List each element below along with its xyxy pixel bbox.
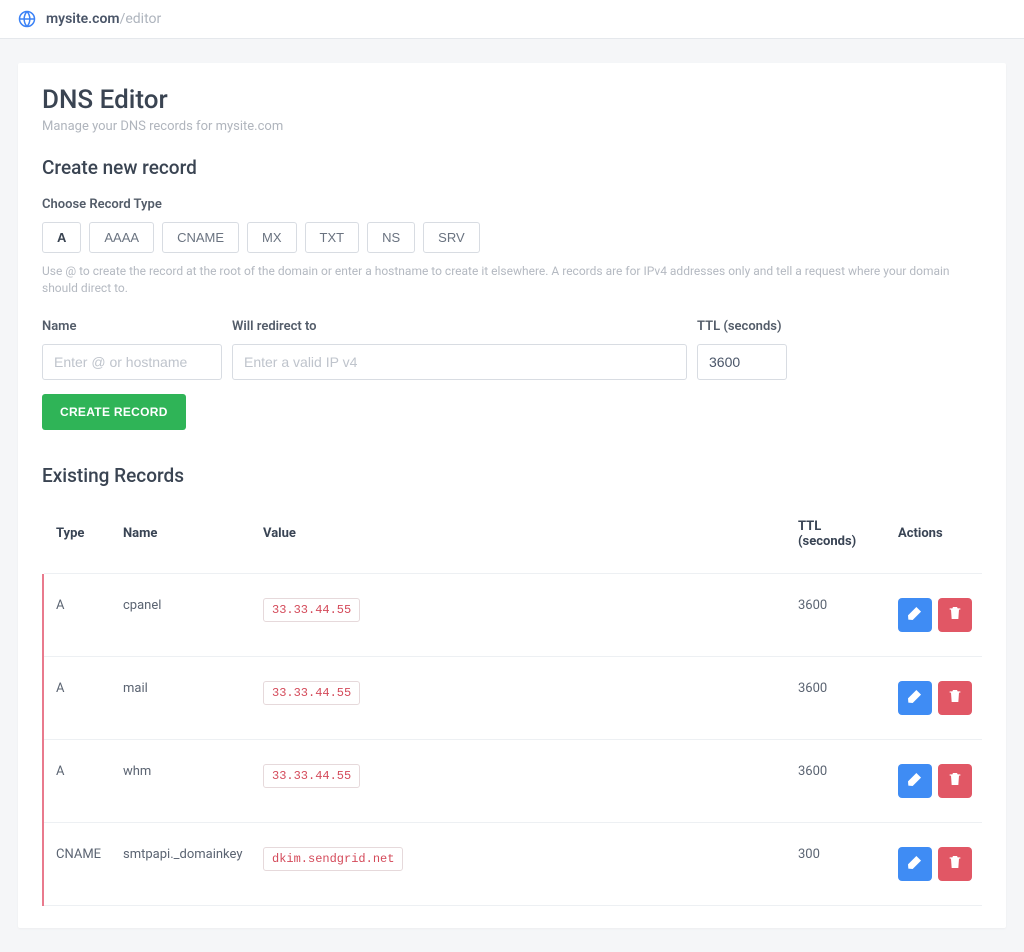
trash-icon — [947, 854, 963, 873]
cell-value: 33.33.44.55 — [253, 573, 788, 656]
record-type-txt[interactable]: TXT — [305, 222, 360, 253]
cell-name: whm — [113, 739, 253, 822]
breadcrumb-page: editor — [125, 11, 161, 27]
record-type-label: Choose Record Type — [42, 197, 982, 212]
create-record-button[interactable]: CREATE RECORD — [42, 394, 186, 430]
pencil-icon — [907, 688, 923, 707]
ttl-label: TTL (seconds) — [697, 319, 787, 334]
record-type-aaaa[interactable]: AAAA — [89, 222, 154, 253]
cell-value: dkim.sendgrid.net — [253, 822, 788, 905]
topbar: mysite.com/editor — [0, 0, 1024, 39]
globe-icon — [18, 10, 36, 28]
pencil-icon — [907, 605, 923, 624]
delete-button[interactable] — [938, 681, 972, 715]
pencil-icon — [907, 854, 923, 873]
breadcrumb-domain: mysite.com — [46, 11, 120, 27]
trash-icon — [947, 688, 963, 707]
cell-type: A — [43, 656, 113, 739]
existing-section-title: Existing Records — [42, 464, 982, 487]
table-row: Acpanel 33.33.44.55 3600 — [43, 573, 982, 656]
pencil-icon — [907, 771, 923, 790]
edit-button[interactable] — [898, 847, 932, 881]
main-card: DNS Editor Manage your DNS records for m… — [18, 63, 1006, 928]
record-type-row: A AAAA CNAME MX TXT NS SRV — [42, 222, 982, 253]
edit-button[interactable] — [898, 598, 932, 632]
record-type-ns[interactable]: NS — [367, 222, 415, 253]
cell-actions — [888, 822, 982, 905]
cell-ttl: 3600 — [788, 656, 888, 739]
cell-actions — [888, 573, 982, 656]
delete-button[interactable] — [938, 764, 972, 798]
cell-type: CNAME — [43, 822, 113, 905]
value-tag: 33.33.44.55 — [263, 681, 360, 705]
record-type-mx[interactable]: MX — [247, 222, 297, 253]
cell-name: mail — [113, 656, 253, 739]
delete-button[interactable] — [938, 847, 972, 881]
cell-name: smtpapi._domainkey — [113, 822, 253, 905]
cell-ttl: 3600 — [788, 739, 888, 822]
edit-button[interactable] — [898, 764, 932, 798]
cell-name: cpanel — [113, 573, 253, 656]
page-title: DNS Editor — [42, 85, 982, 115]
col-header-name: Name — [113, 505, 253, 574]
value-tag: 33.33.44.55 — [263, 598, 360, 622]
name-input[interactable] — [42, 344, 222, 380]
table-row: Awhm 33.33.44.55 3600 — [43, 739, 982, 822]
col-header-actions: Actions — [888, 505, 982, 574]
breadcrumb: mysite.com/editor — [46, 11, 161, 27]
record-type-cname[interactable]: CNAME — [162, 222, 239, 253]
trash-icon — [947, 771, 963, 790]
cell-actions — [888, 656, 982, 739]
records-table: Type Name Value TTL (seconds) Actions Ac… — [42, 505, 982, 906]
ttl-input[interactable] — [697, 344, 787, 380]
record-type-help: Use @ to create the record at the root o… — [42, 263, 982, 297]
trash-icon — [947, 605, 963, 624]
col-header-value: Value — [253, 505, 788, 574]
record-type-a[interactable]: A — [42, 222, 81, 253]
table-row: Amail 33.33.44.55 3600 — [43, 656, 982, 739]
delete-button[interactable] — [938, 598, 972, 632]
col-header-ttl: TTL (seconds) — [788, 505, 888, 574]
cell-type: A — [43, 573, 113, 656]
create-form-row: Name Will redirect to TTL (seconds) — [42, 319, 982, 380]
cell-type: A — [43, 739, 113, 822]
value-label: Will redirect to — [232, 319, 687, 334]
create-section-title: Create new record — [42, 156, 982, 179]
value-input[interactable] — [232, 344, 687, 380]
col-header-type: Type — [43, 505, 113, 574]
cell-value: 33.33.44.55 — [253, 739, 788, 822]
record-type-srv[interactable]: SRV — [423, 222, 480, 253]
value-tag: 33.33.44.55 — [263, 764, 360, 788]
cell-value: 33.33.44.55 — [253, 656, 788, 739]
page-subtitle: Manage your DNS records for mysite.com — [42, 119, 982, 134]
cell-actions — [888, 739, 982, 822]
cell-ttl: 3600 — [788, 573, 888, 656]
cell-ttl: 300 — [788, 822, 888, 905]
table-row: CNAMEsmtpapi._domainkey dkim.sendgrid.net… — [43, 822, 982, 905]
edit-button[interactable] — [898, 681, 932, 715]
name-label: Name — [42, 319, 222, 334]
value-tag: dkim.sendgrid.net — [263, 847, 403, 871]
